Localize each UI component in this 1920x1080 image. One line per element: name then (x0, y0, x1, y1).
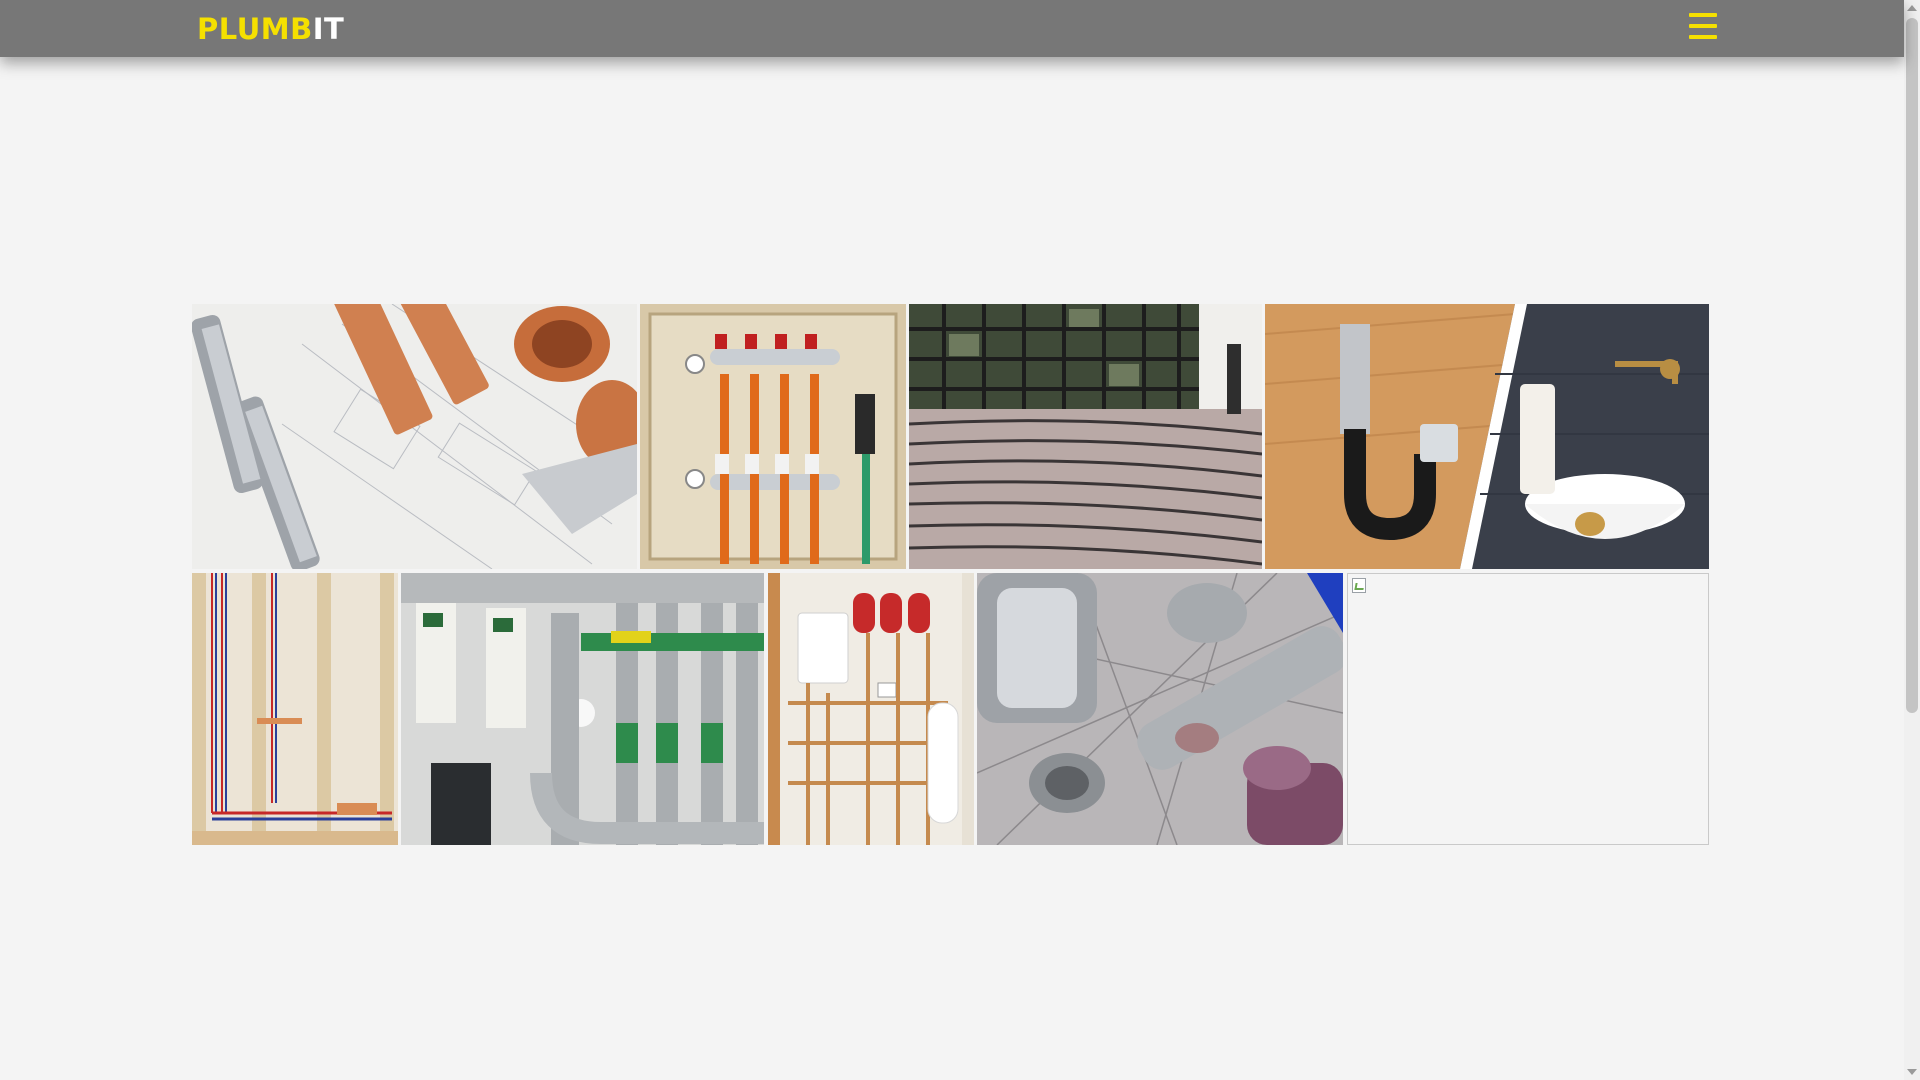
top-navigation-bar: PLUMBIT (0, 0, 1904, 57)
broken-image-icon (1352, 578, 1366, 593)
image-plant-room[interactable] (401, 573, 764, 845)
logo-text-plumb: PLUMB (197, 12, 313, 46)
vertical-scrollbar[interactable] (1904, 0, 1920, 1080)
image-pipe-fittings[interactable] (977, 573, 1343, 845)
site-logo[interactable]: PLUMBIT (197, 11, 344, 47)
image-underfloor-heating[interactable] (909, 304, 1262, 569)
image-wall-pipework[interactable] (192, 573, 398, 845)
image-boiler-cupboard[interactable] (768, 573, 974, 845)
logo-text-it: IT (312, 12, 345, 46)
image-broken (1347, 573, 1709, 845)
scroll-down-arrow-icon[interactable] (1907, 1069, 1917, 1075)
image-sink-trap-basin[interactable] (1265, 304, 1709, 569)
image-copper-pipes-blueprint[interactable] (192, 304, 637, 569)
image-heating-manifold[interactable] (640, 304, 906, 569)
hamburger-menu-icon[interactable] (1689, 13, 1717, 39)
scrollbar-thumb[interactable] (1906, 18, 1918, 713)
scroll-up-arrow-icon[interactable] (1907, 5, 1917, 11)
